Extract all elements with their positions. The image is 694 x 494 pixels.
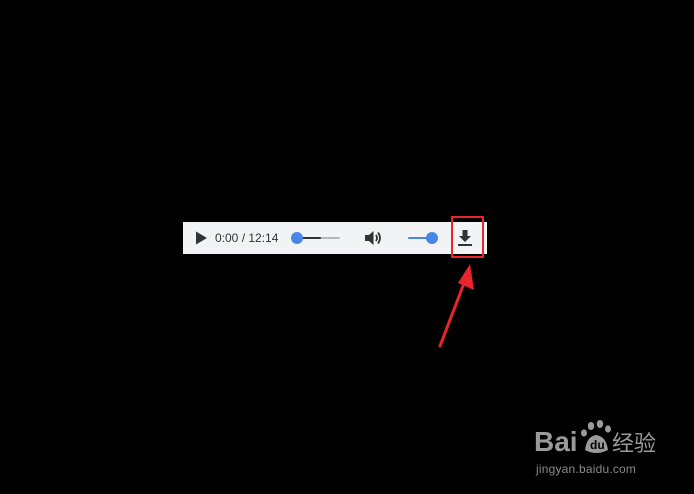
current-time: 0:00 bbox=[215, 231, 239, 245]
progress-thumb[interactable] bbox=[291, 232, 303, 244]
watermark: Bai du 经验 jingyan.baidu.com bbox=[530, 418, 680, 484]
time-display: 0:00 / 12:14 bbox=[215, 231, 278, 245]
watermark-url: jingyan.baidu.com bbox=[536, 462, 637, 476]
page: 0:00 / 12:14 Bai du 经验 jingyan.baidu.com bbox=[0, 0, 694, 494]
volume-icon bbox=[365, 231, 381, 245]
svg-text:Bai: Bai bbox=[534, 426, 578, 457]
volume-thumb[interactable] bbox=[426, 232, 438, 244]
play-button[interactable] bbox=[193, 230, 209, 246]
progress-slider[interactable] bbox=[291, 232, 340, 244]
time-separator: / bbox=[238, 231, 249, 245]
svg-text:经验: 经验 bbox=[612, 432, 656, 457]
svg-text:du: du bbox=[590, 438, 605, 452]
download-icon bbox=[458, 230, 472, 246]
play-icon bbox=[196, 231, 207, 245]
audio-player: 0:00 / 12:14 bbox=[183, 222, 487, 254]
download-button[interactable] bbox=[455, 228, 475, 248]
baidu-jingyan-logo: Bai du 经验 bbox=[534, 420, 656, 457]
volume-slider[interactable] bbox=[408, 232, 438, 244]
volume-button[interactable] bbox=[363, 228, 383, 248]
annotation-arrow bbox=[438, 264, 474, 348]
duration: 12:14 bbox=[248, 231, 279, 245]
